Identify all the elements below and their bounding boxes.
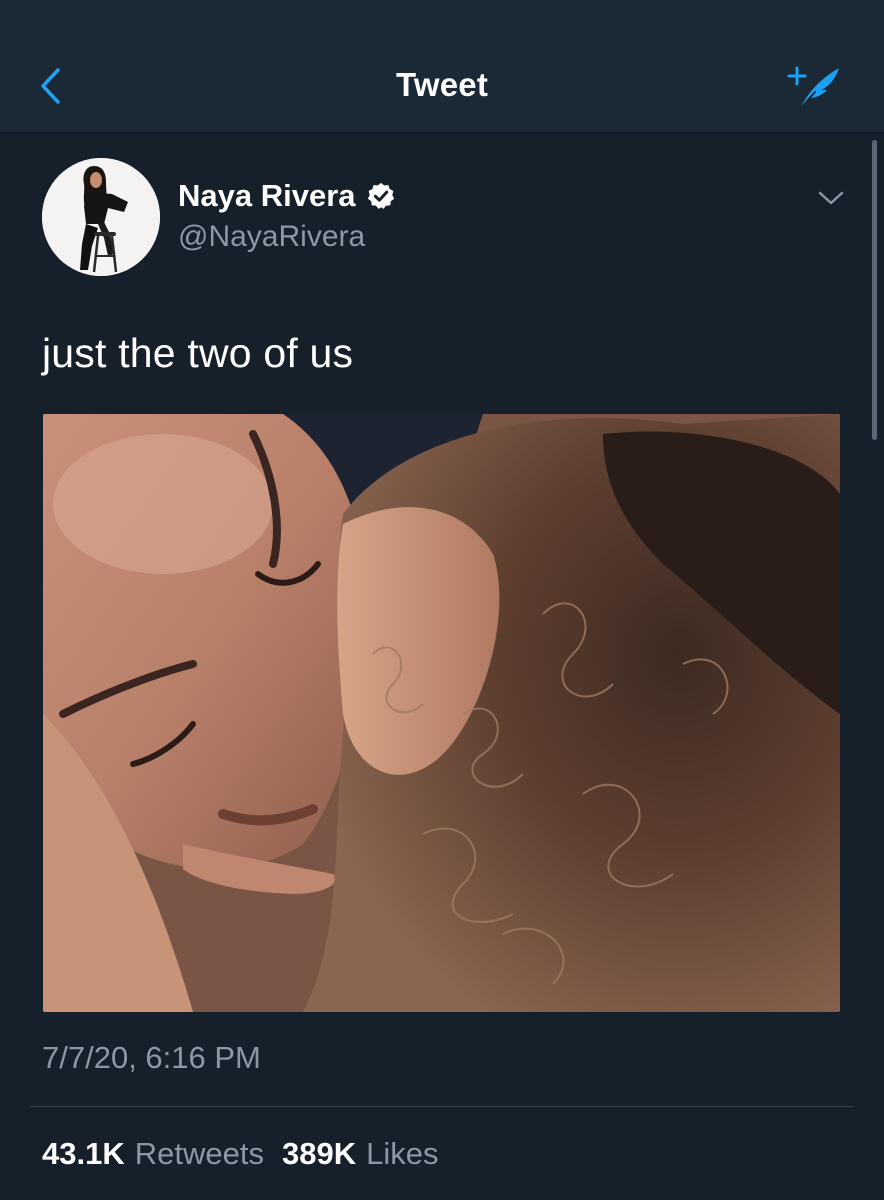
display-name[interactable]: Naya Rivera [178,178,356,214]
photo-image [43,414,840,1012]
avatar-photo [42,158,160,276]
tweet-detail-screen: Tweet Naya Rivera @NayaRivera just the t… [0,0,884,1200]
page-title: Tweet [395,66,489,103]
tweet-menu-button[interactable] [812,182,850,214]
verified-badge-icon [367,182,394,209]
tweet-timestamp: 7/7/20, 6:16 PM [42,1040,261,1075]
scrollbar[interactable] [872,140,877,440]
avatar[interactable] [42,158,160,276]
retweets-stat[interactable]: 43.1K Retweets [42,1136,264,1172]
author-handle[interactable]: @NayaRivera [178,220,365,254]
compose-tweet-button[interactable] [782,60,848,116]
tweet-text: just the two of us [42,330,354,376]
likes-label: Likes [366,1136,439,1171]
chevron-down-icon [818,191,844,205]
divider [30,1106,854,1107]
likes-stat[interactable]: 389K Likes [282,1136,438,1172]
tweet-stats: 43.1K Retweets 389K Likes [42,1136,456,1172]
compose-feather-icon [787,66,839,111]
tweet-photo[interactable] [43,414,840,1012]
retweets-label: Retweets [134,1136,264,1171]
retweets-count: 43.1K [42,1136,125,1171]
author-name-row[interactable]: Naya Rivera [178,178,396,214]
likes-count: 389K [281,1136,357,1171]
top-nav-bar: Tweet [0,0,884,133]
